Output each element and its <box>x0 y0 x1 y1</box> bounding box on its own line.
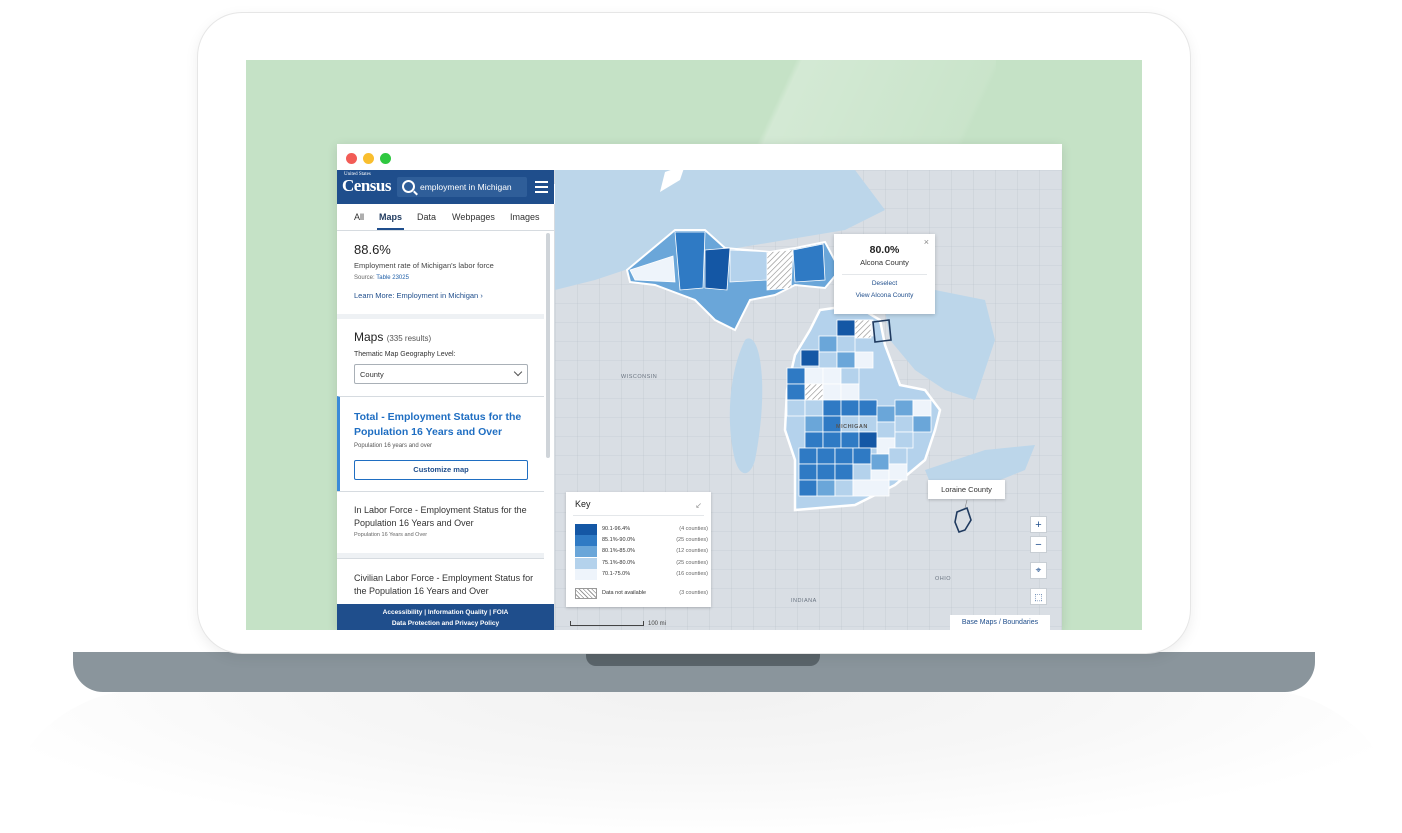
tab-all[interactable]: All <box>354 212 364 222</box>
legend-swatch <box>575 535 597 547</box>
legend-swatch <box>575 546 597 558</box>
popup-county: Alcona County <box>860 258 909 267</box>
laptop-screen: United States Census employment in Michi… <box>246 60 1142 630</box>
legend-range: 75.1%-80.0% <box>602 559 636 566</box>
geo-level-select[interactable]: County <box>354 364 528 384</box>
tab-maps[interactable]: Maps <box>376 212 405 230</box>
footer-links[interactable]: Accessibility | Information Quality | FO… <box>337 607 554 618</box>
label-michigan: MICHIGAN <box>836 424 868 430</box>
result-title[interactable]: Total - Employment Status for the Popula… <box>354 410 539 439</box>
hatch-swatch <box>575 588 597 599</box>
window-titlebar <box>337 144 1062 170</box>
legend-row: 75.1%-80.0% (25 counties) <box>575 557 708 569</box>
close-window-button[interactable] <box>346 153 357 164</box>
legend-row: 70.1-75.0% (16 counties) <box>575 568 708 580</box>
tab-images[interactable]: Images <box>510 212 540 222</box>
results-sidebar: United States Census employment in Michi… <box>337 170 555 630</box>
label-indiana: INDIANA <box>791 598 817 604</box>
legend-range: 85.1%-90.0% <box>602 537 636 544</box>
legend-range: 90.1-96.4% <box>602 526 631 532</box>
result-tabs: All Maps Data Webpages Images <box>337 204 554 231</box>
legend-swatch <box>575 568 597 580</box>
collapse-legend-icon[interactable]: ↙ <box>695 501 702 510</box>
select-area-icon[interactable]: ⬚ <box>1030 588 1047 605</box>
base-maps-button[interactable]: Base Maps / Boundaries <box>950 615 1050 630</box>
search-input[interactable]: employment in Michigan <box>397 177 527 197</box>
result-title[interactable]: Civilian Labor Force - Employment Status… <box>354 572 534 597</box>
census-header: United States Census employment in Michi… <box>337 170 554 204</box>
geo-level-label: Thematic Map Geography Level: <box>354 351 456 358</box>
legend-count: (25 counties) <box>676 559 708 566</box>
map-scale: 100 mi <box>570 621 666 627</box>
legend-swatch <box>575 557 597 569</box>
close-icon[interactable]: × <box>924 237 929 247</box>
source-link[interactable]: Table 23025 <box>376 275 409 281</box>
map-view[interactable]: WISCONSIN MICHIGAN INDIANA OHIO × 80.0% … <box>555 170 1062 630</box>
legend-count: (4 counties) <box>679 526 708 532</box>
sidebar-scrollbar[interactable] <box>546 233 550 458</box>
search-query: employment in Michigan <box>420 182 512 192</box>
search-icon <box>402 180 415 193</box>
stat-card: 88.6% Employment rate of Michigan's labo… <box>337 232 544 314</box>
privacy-link[interactable]: Data Protection and Privacy Policy <box>337 618 554 629</box>
hamburger-menu-icon[interactable] <box>535 181 548 196</box>
legend-row: 90.1-96.4% (4 counties) <box>575 524 708 535</box>
legend-swatch <box>575 524 597 535</box>
view-county-link[interactable]: View Alcona County <box>834 292 935 299</box>
stat-description: Employment rate of Michigan's labor forc… <box>354 261 494 270</box>
minimize-window-button[interactable] <box>363 153 374 164</box>
result-title[interactable]: In Labor Force - Employment Status for t… <box>354 504 534 529</box>
legend-range: 80.1%-85.0% <box>602 548 636 555</box>
site-footer: Accessibility | Information Quality | FO… <box>337 604 554 630</box>
label-ohio: OHIO <box>935 576 952 582</box>
legend-count: (25 counties) <box>676 537 708 544</box>
legend-title: Key <box>575 499 591 509</box>
result-item[interactable]: Civilian Labor Force - Employment Status… <box>337 558 544 605</box>
tab-data[interactable]: Data <box>417 212 436 222</box>
legend-count: (12 counties) <box>676 548 708 555</box>
result-item-active[interactable]: Total - Employment Status for the Popula… <box>337 396 544 491</box>
county-popup: × 80.0% Alcona County Deselect View Alco… <box>834 234 935 314</box>
label-wisconsin: WISCONSIN <box>621 374 658 380</box>
legend-count: (16 counties) <box>676 570 708 577</box>
result-item[interactable]: In Labor Force - Employment Status for t… <box>337 491 544 554</box>
maps-heading: Maps (335 results) <box>354 330 432 344</box>
learn-more-link[interactable]: Learn More: Employment in Michigan › <box>354 291 483 300</box>
legend-row: 80.1%-85.0% (12 counties) <box>575 546 708 558</box>
divider <box>337 314 544 319</box>
zoom-in-button[interactable]: + <box>1030 516 1047 533</box>
map-legend: Key ↙ 90.1-96.4% (4 counties) 85.1%-90.0% (… <box>566 492 711 607</box>
legend-row: 85.1%-90.0% (25 counties) <box>575 535 708 547</box>
stat-value: 88.6% <box>354 242 391 257</box>
browser-window: United States Census employment in Michi… <box>337 144 1062 630</box>
deselect-link[interactable]: Deselect <box>834 280 935 287</box>
surface-shadow <box>0 690 1402 833</box>
popup-value: 80.0% <box>869 244 900 256</box>
census-logo[interactable]: United States Census <box>342 172 391 196</box>
stat-source: Source: Table 23025 <box>354 275 409 281</box>
tab-webpages[interactable]: Webpages <box>452 212 495 222</box>
customize-map-button[interactable]: Customize map <box>354 460 528 480</box>
county-tooltip: Loraine County <box>928 480 1005 499</box>
legend-row-na: Data not available (3 counties) <box>575 588 708 599</box>
laptop-notch <box>586 652 820 666</box>
locate-icon[interactable]: ⌖ <box>1030 562 1047 579</box>
result-subtitle: Population 16 years and over <box>354 443 433 449</box>
chevron-down-icon <box>513 367 523 377</box>
legend-range: 70.1-75.0% <box>602 570 631 577</box>
maximize-window-button[interactable] <box>380 153 391 164</box>
result-subtitle: Population 16 Years and Over <box>354 532 428 538</box>
zoom-out-button[interactable]: − <box>1030 536 1047 553</box>
